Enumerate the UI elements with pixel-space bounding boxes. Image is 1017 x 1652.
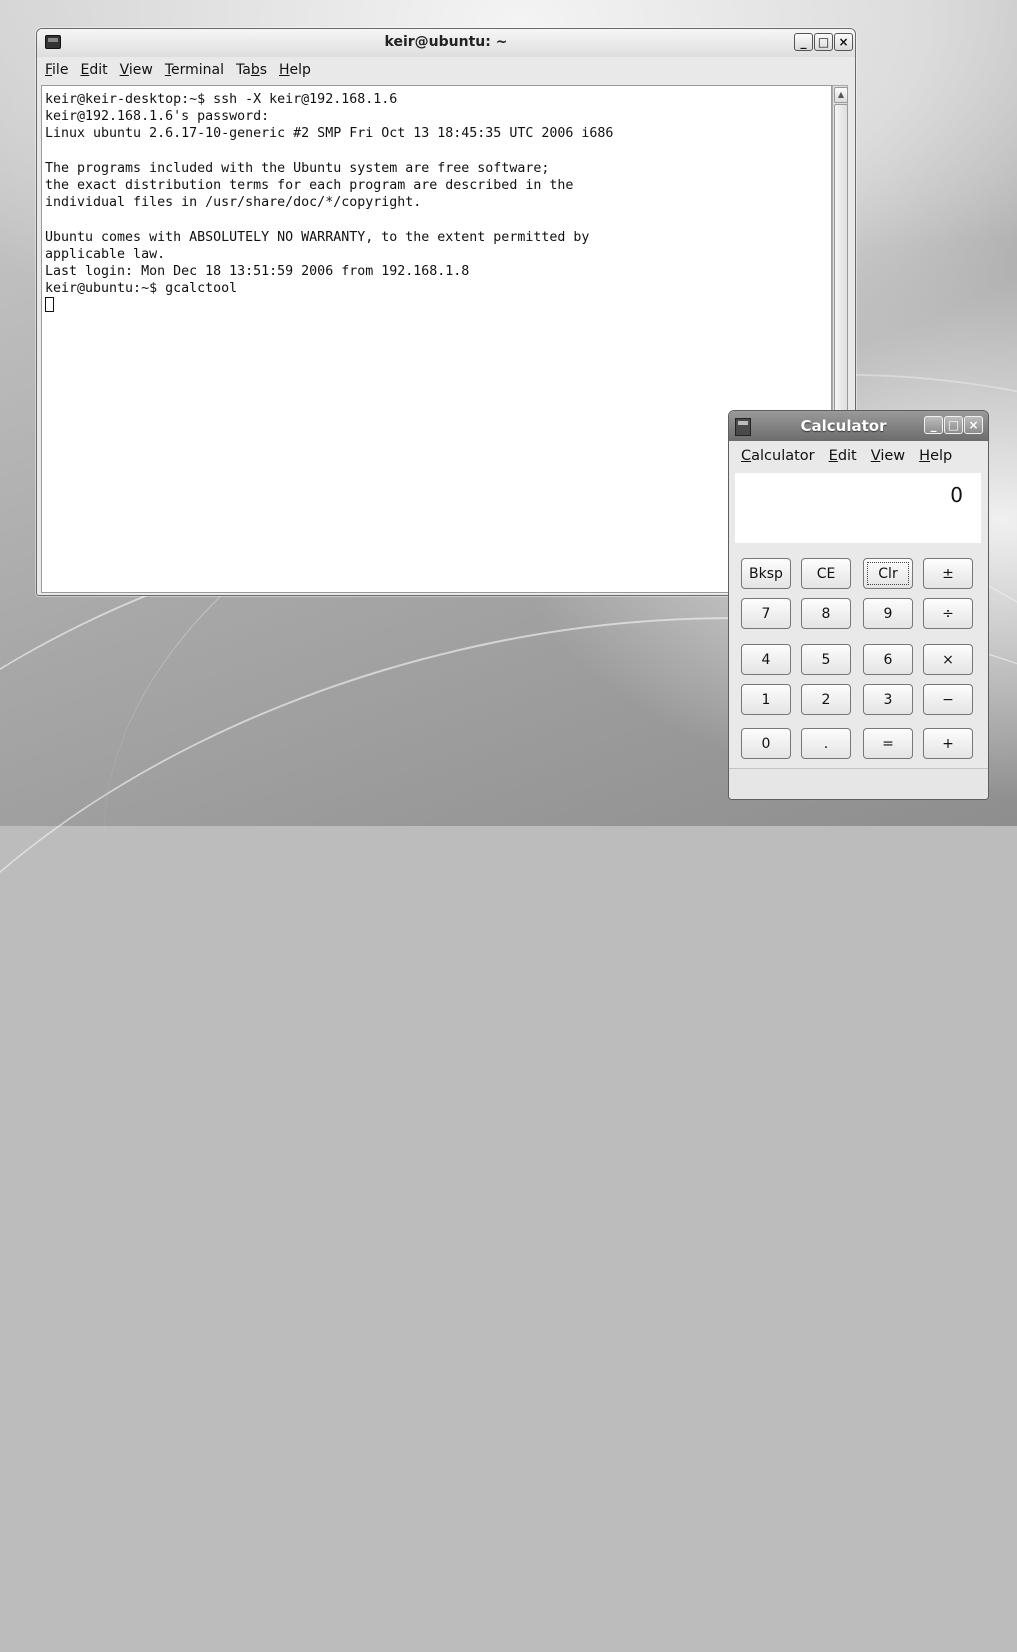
menu-label-rest: elp xyxy=(289,62,311,78)
close-button[interactable]: × xyxy=(964,416,983,434)
menu-label-rest: s xyxy=(259,62,268,78)
menu-label-prefix: Ta xyxy=(236,62,251,78)
calc-key[interactable]: 4 xyxy=(741,644,791,675)
terminal-line: Linux ubuntu 2.6.17-10-generic #2 SMP Fr… xyxy=(45,126,614,142)
menu-label-rest: ile xyxy=(52,62,69,78)
terminal-line: Last login: Mon Dec 18 13:51:59 2006 fro… xyxy=(45,264,470,280)
calc-key[interactable]: CE xyxy=(801,558,851,589)
close-button[interactable]: × xyxy=(834,33,853,51)
scroll-up-icon[interactable]: ▲ xyxy=(834,87,848,103)
calculator-menu-item[interactable]: Calculator xyxy=(741,448,815,464)
maximize-button[interactable]: □ xyxy=(814,33,833,51)
menu-label-rest: dit xyxy=(89,62,108,78)
calc-key[interactable]: ÷ xyxy=(923,598,973,629)
terminal-title: keir@ubuntu: ~ xyxy=(384,34,508,50)
terminal-menu-item[interactable]: Help xyxy=(279,62,311,78)
terminal-line: The programs included with the Ubuntu sy… xyxy=(45,160,550,176)
terminal-line: applicable law. xyxy=(45,246,166,262)
terminal-line: the exact distribution terms for each pr… xyxy=(45,178,574,194)
calc-key[interactable]: Clr xyxy=(863,558,913,589)
terminal-line: keir@keir-desktop:~$ ssh -X keir@192.168… xyxy=(45,92,398,107)
calculator-display: 0 xyxy=(735,473,981,543)
status-bar xyxy=(729,768,988,799)
calculator-menubar: Calculator Edit View Help xyxy=(729,441,988,471)
maximize-button[interactable]: □ xyxy=(944,416,963,434)
menu-mnemonic: H xyxy=(279,62,290,78)
terminal-menu-item[interactable]: Terminal xyxy=(165,62,224,78)
calc-key[interactable]: = xyxy=(863,728,913,759)
menu-label-rest: dit xyxy=(837,448,857,464)
display-value: 0 xyxy=(950,483,963,507)
minimize-button[interactable]: _ xyxy=(794,33,813,51)
calculator-menu-item[interactable]: Help xyxy=(919,448,952,464)
calc-key[interactable]: 3 xyxy=(863,684,913,715)
terminal-line: individual files in /usr/share/doc/*/cop… xyxy=(45,195,422,211)
calc-key[interactable]: + xyxy=(923,728,973,759)
terminal-screen[interactable]: keir@keir-desktop:~$ ssh -X keir@192.168… xyxy=(41,85,832,593)
calculator-menu-item[interactable]: View xyxy=(871,448,905,464)
calc-key[interactable]: 8 xyxy=(801,598,851,629)
menu-mnemonic: C xyxy=(741,448,752,464)
menu-label-rest: elp xyxy=(930,448,953,464)
menu-mnemonic: F xyxy=(45,62,53,78)
minimize-button[interactable]: _ xyxy=(924,416,943,434)
calc-key[interactable]: × xyxy=(923,644,973,675)
terminal-menu-item[interactable]: Edit xyxy=(80,62,107,78)
terminal-titlebar[interactable]: keir@ubuntu: ~ _ □ × xyxy=(37,29,855,57)
calc-key[interactable]: ± xyxy=(923,558,973,589)
calculator-titlebar[interactable]: Calculator _ □ × xyxy=(729,411,988,441)
menu-label-rest: erminal xyxy=(171,62,224,78)
menu-mnemonic: E xyxy=(828,448,838,464)
calc-key[interactable]: − xyxy=(923,684,973,715)
menu-mnemonic: H xyxy=(919,448,931,464)
terminal-cursor xyxy=(45,297,54,313)
calc-key[interactable]: 6 xyxy=(863,644,913,675)
menu-label-rest: iew xyxy=(128,62,153,78)
terminal-line: Ubuntu comes with ABSOLUTELY NO WARRANTY… xyxy=(45,229,590,245)
menu-mnemonic: E xyxy=(80,62,90,78)
terminal-menubar: File Edit View Terminal Tabs Help xyxy=(37,57,855,83)
terminal-line: keir@192.168.1.6's password: xyxy=(45,109,270,125)
menu-mnemonic: b xyxy=(250,62,260,78)
calc-key[interactable]: 5 xyxy=(801,644,851,675)
calculator-window[interactable]: Calculator _ □ × Calculator Edit View Help … xyxy=(728,410,989,800)
terminal-menu-item[interactable]: File xyxy=(45,62,68,78)
terminal-menu-item[interactable]: Tabs xyxy=(236,62,267,78)
terminal-output: keir@keir-desktop:~$ ssh -X keir@192.168… xyxy=(42,86,831,315)
calc-key[interactable]: 2 xyxy=(801,684,851,715)
calc-key[interactable]: . xyxy=(801,728,851,759)
terminal-line: keir@ubuntu:~$ gcalctool xyxy=(45,281,238,297)
menu-label-rest: iew xyxy=(880,448,906,464)
menu-label-rest: alculator xyxy=(751,448,815,464)
menu-mnemonic: V xyxy=(870,448,881,464)
menu-mnemonic: V xyxy=(119,62,129,78)
calc-key[interactable]: Bksp xyxy=(741,558,791,589)
calc-key[interactable]: 0 xyxy=(741,728,791,759)
calc-key[interactable]: 1 xyxy=(741,684,791,715)
calc-key[interactable]: 9 xyxy=(863,598,913,629)
calculator-menu-item[interactable]: Edit xyxy=(829,448,857,464)
terminal-menu-item[interactable]: View xyxy=(120,62,153,78)
calc-key[interactable]: 7 xyxy=(741,598,791,629)
